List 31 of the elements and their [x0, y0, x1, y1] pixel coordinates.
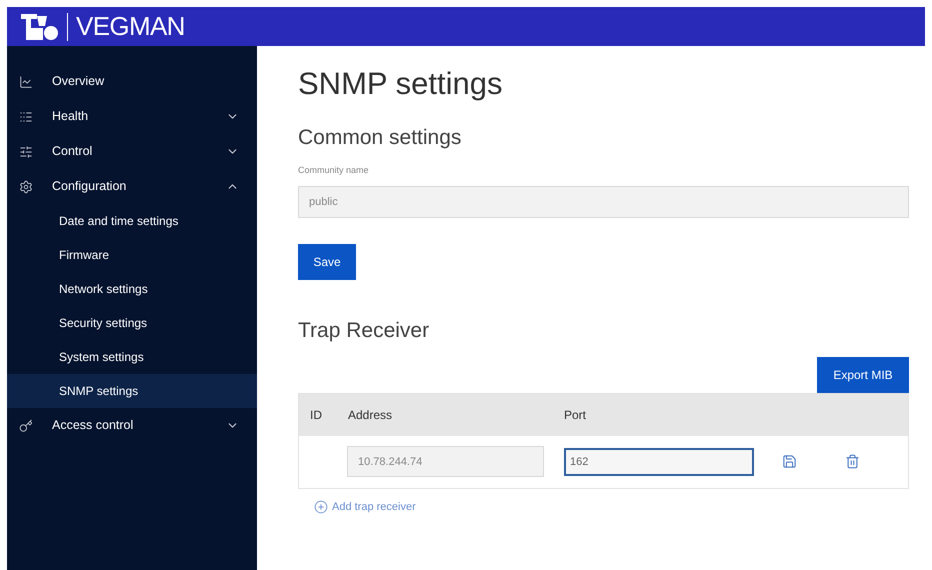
logo-icon — [19, 12, 59, 42]
sidebar-subitem[interactable]: Network settings — [7, 272, 257, 306]
sidebar-item[interactable]: Configuration — [7, 169, 257, 204]
save-button[interactable]: Save — [298, 244, 356, 280]
sidebar-subitem[interactable]: System settings — [7, 340, 257, 374]
sidebar-subitem[interactable]: SNMP settings — [7, 374, 257, 408]
port-field[interactable]: 162 — [564, 448, 754, 476]
column-header: Port — [563, 406, 586, 424]
sidebar-subitem[interactable]: Firmware — [7, 238, 257, 272]
list-icon — [19, 110, 33, 124]
sidebar-item[interactable]: Health — [7, 99, 257, 134]
gear-icon — [19, 180, 33, 194]
column-header: Address — [347, 406, 394, 424]
export-mib-button[interactable]: Export MIB — [817, 356, 909, 392]
field-label: Community name — [298, 164, 370, 177]
column-header: ID — [309, 406, 323, 424]
sidebar-item[interactable]: Access control — [7, 408, 257, 443]
sidebar-subitem[interactable]: Date and time settings — [7, 204, 257, 238]
sliders-icon — [19, 144, 33, 158]
save-icon[interactable] — [782, 454, 797, 469]
page-title: SNMP settings — [298, 68, 504, 99]
chart-icon — [19, 74, 33, 88]
sidebar-item[interactable]: Overview — [7, 64, 257, 99]
section-heading: Trap Receiver — [298, 320, 430, 340]
add-icon — [314, 500, 328, 514]
sidebar-subitem[interactable]: Security settings — [7, 306, 257, 340]
sidebar-item[interactable]: Control — [7, 134, 257, 169]
brand-name: VEGMAN — [76, 10, 185, 43]
key-icon — [19, 418, 33, 432]
section-heading: Common settings — [298, 127, 462, 148]
delete-icon[interactable] — [845, 454, 860, 469]
